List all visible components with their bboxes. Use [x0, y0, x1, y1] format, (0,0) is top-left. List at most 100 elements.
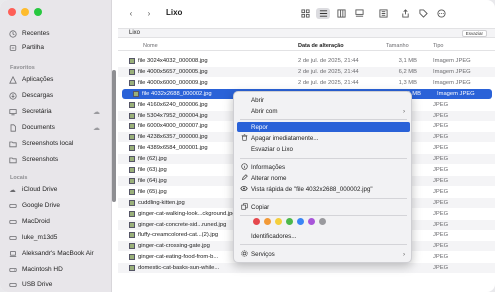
column-name[interactable]: Nome: [143, 43, 158, 49]
tag-gray[interactable]: [319, 218, 326, 225]
sidebar-item-luke[interactable]: luke_m13d5: [8, 232, 104, 243]
list-view-icon: [319, 10, 327, 17]
sidebar-item-label: iCloud Drive: [22, 186, 58, 193]
gallery-view-button[interactable]: [352, 8, 366, 19]
cloud-icon: ☁: [93, 124, 100, 132]
menu-item-copy[interactable]: Copiar: [237, 202, 410, 212]
cloud-icon: ☁: [93, 108, 100, 116]
tag-green[interactable]: [286, 218, 293, 225]
file-name: ginger-cat-crossing-gate.jpg: [129, 243, 210, 250]
file-name-text: file (65).jpg: [138, 188, 167, 195]
tag-yellow[interactable]: [275, 218, 282, 225]
menu-item-label: Esvaziar o Lixo: [251, 145, 293, 153]
menu-item-restore[interactable]: Repor: [237, 122, 410, 132]
file-row[interactable]: file 4000x6000_000009.jpg 2 de jul. de 20…: [118, 78, 495, 88]
sidebar-item-recentes[interactable]: Recentes: [8, 28, 104, 39]
menu-item-empty-trash[interactable]: Esvaziar o Lixo: [237, 144, 410, 154]
column-kind[interactable]: Tipo: [433, 43, 444, 49]
menu-item-delete-now[interactable]: Apagar imediatamente...: [237, 133, 410, 143]
column-date[interactable]: Data de alteração: [298, 43, 344, 49]
sidebar-item-macbook-air[interactable]: Aleksandr's MacBook Air: [8, 248, 104, 259]
menu-item-info[interactable]: Informações: [237, 162, 410, 172]
context-menu: Abrir Abrir com › Repor Apagar imediatam…: [233, 91, 412, 263]
file-row[interactable]: file 4000x5657_000005.jpg 2 de jul. de 20…: [118, 66, 495, 77]
sidebar-scrollbar[interactable]: [112, 70, 116, 202]
back-button[interactable]: ‹: [124, 8, 138, 19]
menu-item-quick-look[interactable]: Vista rápida de "file 4032x2688_000002.j…: [237, 184, 410, 194]
sidebar-item-label: Screenshots: [22, 156, 59, 163]
column-view-button[interactable]: [334, 8, 348, 19]
file-row[interactable]: file 3024x4032_000008.jpg 2 de jul. de 20…: [118, 56, 495, 66]
sidebar-item-descargas[interactable]: Descargas: [8, 90, 104, 101]
menu-item-services[interactable]: Serviços ›: [237, 249, 410, 259]
file-name-text: file 4032x2688_000002.jpg: [142, 90, 212, 97]
sidebar-item-screenshots[interactable]: Screenshots: [8, 154, 104, 165]
image-thumbnail-icon: [129, 265, 135, 272]
sidebar-item-google-drive[interactable]: Google Drive: [8, 200, 104, 211]
menu-item-tags[interactable]: Identificadores...: [237, 231, 410, 241]
tag-orange[interactable]: [264, 218, 271, 225]
file-kind: Imagem JPEG: [433, 79, 471, 86]
grid-view-button[interactable]: [298, 8, 312, 19]
file-name: ginger-cat-concrete-sid...runed.jpg: [129, 221, 227, 228]
file-kind: JPEG: [433, 199, 449, 206]
file-name-text: file 4160x6240_000006.jpg: [138, 101, 208, 108]
laptop-icon: [8, 249, 17, 258]
image-thumbnail-icon: [129, 101, 135, 108]
menu-item-label: Informações: [251, 163, 286, 171]
sidebar-item-documents[interactable]: Documents ☁: [8, 122, 104, 133]
list-view-button[interactable]: [316, 8, 330, 19]
cloud-icon: ☁: [9, 186, 16, 194]
menu-item-open-with[interactable]: Abrir com ›: [237, 106, 410, 116]
file-name-text: file 6000x4000_000007.jpg: [138, 123, 208, 130]
sidebar-item-macintosh-hd[interactable]: Macintosh HD: [8, 264, 104, 275]
group-button[interactable]: [376, 8, 390, 19]
image-thumbnail-icon: [129, 58, 135, 64]
file-name: ginger-cat-walking-look...ckground.jpg: [129, 210, 236, 217]
menu-item-open[interactable]: Abrir: [237, 95, 410, 105]
trash-label: Lixo: [129, 30, 141, 36]
file-name-text: ginger-cat-concrete-sid...runed.jpg: [138, 221, 227, 228]
file-name-text: ginger-cat-crossing-gate.jpg: [138, 243, 210, 250]
file-name: file 6000x4000_000007.jpg: [129, 123, 208, 130]
image-thumbnail-icon: [129, 134, 135, 141]
menu-item-label: Identificadores...: [251, 232, 297, 240]
file-name: cuddling-kitten.jpg: [129, 199, 185, 206]
menu-item-rename[interactable]: Alterar nome: [237, 173, 410, 183]
share-icon: [401, 9, 409, 18]
share-button[interactable]: [398, 8, 412, 19]
sidebar-item-macdroid[interactable]: MacDroid: [8, 216, 104, 227]
file-kind: JPEG: [433, 210, 449, 217]
file-name: file (63).jpg: [129, 167, 167, 173]
more-button[interactable]: [434, 8, 448, 19]
file-name-text: file 4389x6584_000001.jpg: [138, 145, 208, 152]
sidebar-item-partilha[interactable]: Partilha: [8, 42, 104, 53]
column-size[interactable]: Tamanho: [386, 43, 409, 49]
gear-icon: [237, 249, 251, 259]
sidebar-item-icloud-drive[interactable]: ☁ iCloud Drive: [8, 184, 104, 195]
image-thumbnail-icon: [129, 210, 135, 217]
file-kind: JPEG: [433, 112, 449, 119]
tag-purple[interactable]: [308, 218, 315, 225]
tag-blue[interactable]: [297, 218, 304, 225]
sidebar-item-aplicacoes[interactable]: Aplicações: [8, 74, 104, 85]
window-controls: [8, 8, 42, 16]
sidebar-item-usb-drive[interactable]: USB Drive: [8, 279, 104, 290]
empty-trash-button[interactable]: Esvaziar: [461, 30, 487, 37]
file-date: 2 de jul. de 2025, 21:44: [298, 58, 359, 64]
file-row[interactable]: domestic-cat-basks-sun-while... JPEG: [118, 263, 495, 274]
zoom-button[interactable]: [34, 8, 42, 16]
file-name: file (62).jpg: [129, 156, 167, 163]
file-kind: JPEG: [433, 134, 449, 141]
sidebar-item-screenshots-local[interactable]: Screenshots local: [8, 138, 104, 149]
minimize-button[interactable]: [21, 8, 29, 16]
file-kind: JPEG: [433, 265, 449, 272]
file-kind: JPEG: [433, 243, 449, 250]
tag-red[interactable]: [253, 218, 260, 225]
close-button[interactable]: [8, 8, 16, 16]
tag-button[interactable]: [416, 8, 430, 19]
image-thumbnail-icon: [129, 232, 135, 239]
forward-button[interactable]: ›: [142, 8, 156, 19]
sidebar-item-secretaria[interactable]: Secretária ☁: [8, 106, 104, 117]
sidebar-item-label: MacDroid: [22, 218, 50, 225]
